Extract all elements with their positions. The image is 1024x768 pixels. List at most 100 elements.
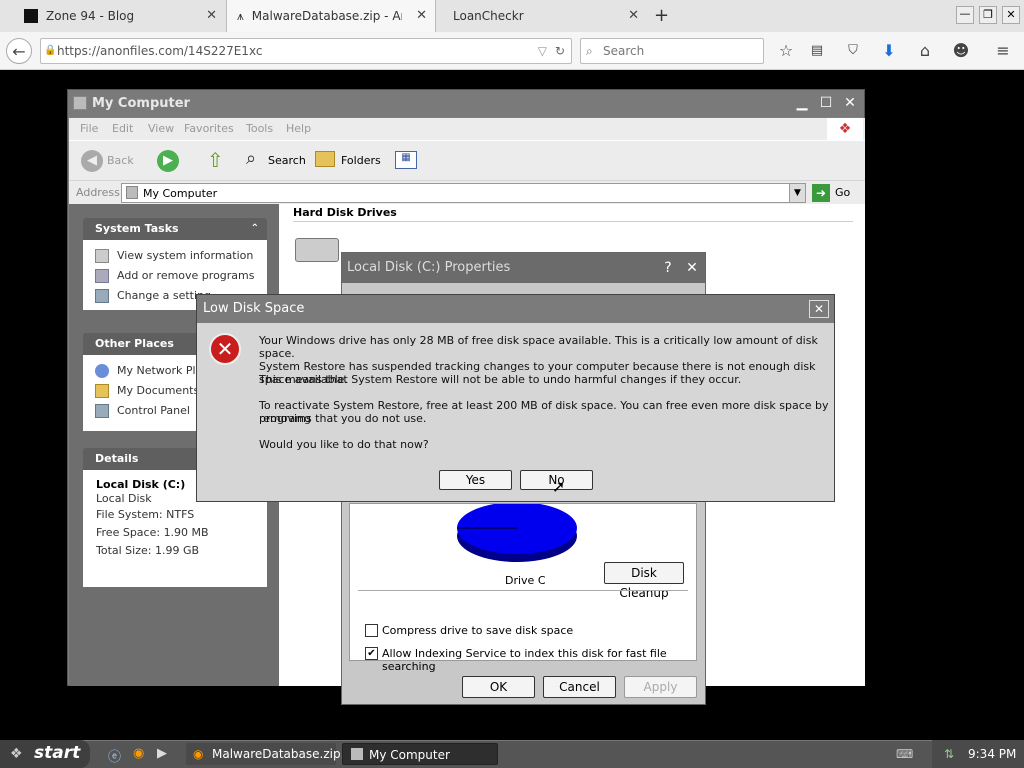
reload-icon[interactable]: ↻ [555,39,565,63]
taskbar-item-firefox[interactable]: ◉ MalwareDatabase.zip... [186,743,352,765]
close-icon[interactable]: ✕ [840,95,860,113]
maximize-icon[interactable]: ☐ [816,95,836,113]
collapse-icon[interactable]: ⌃ [251,218,259,240]
new-tab-icon[interactable]: + [654,5,669,26]
browser-tab-bar: Zone 94 - Blog ✕ ⩚ MalwareDatabase.zip -… [0,0,1024,32]
close-tab-icon[interactable]: ✕ [628,8,639,23]
drive-label: Drive C [505,574,546,587]
hard-drive-icon[interactable] [295,238,339,262]
folders-button[interactable]: Folders [341,154,381,167]
close-icon[interactable]: ✕ [809,300,829,318]
low-disk-titlebar: Low Disk Space ✕ [197,295,834,323]
windows-logo-icon: ❖ [10,746,23,762]
smiley-icon[interactable]: ☻ [948,38,974,64]
task-add-remove-programs[interactable]: Add or remove programs [83,266,267,286]
go-arrow-icon[interactable]: ➜ [812,184,830,202]
chevron-down-icon[interactable]: ▼ [789,184,805,202]
task-label: Add or remove programs [117,269,255,282]
menu-bar: File Edit View Favorites Tools Help ❖ [69,118,865,140]
message-line-3b: programs that you do not use. [259,412,427,425]
tab-label: LoanCheckr [453,9,524,23]
disk-cleanup-button[interactable]: Disk Cleanup [604,562,684,600]
details-total-size: Total Size: 1.99 GB [96,544,200,557]
dropdown-arrow-icon[interactable]: ▽ [538,39,547,63]
taskbar-item-my-computer[interactable]: My Computer [342,743,498,765]
search-icon: ⌕ [586,44,593,58]
panel-title: System Tasks [95,222,179,235]
address-field[interactable]: My Computer ▼ [121,183,806,203]
message-question: Would you like to do that now? [259,438,429,451]
message-line-2b: This means that System Restore will not … [259,373,742,386]
mouse-cursor-icon: ➚ [552,477,566,496]
indexing-label: Allow Indexing Service to index this dis… [382,647,667,673]
apply-button[interactable]: Apply [624,676,697,698]
compress-checkbox[interactable] [365,624,378,637]
taskbar [0,740,1024,768]
tab-label: MalwareDatabase.zip - Anon… [251,9,402,23]
search-button[interactable]: Search [268,154,306,167]
start-button[interactable]: ❖ start [0,740,90,768]
tab-zone94[interactable]: Zone 94 - Blog ✕ [0,0,225,32]
details-free-space: Free Space: 1.90 MB [96,526,209,539]
minimize-icon[interactable]: ▁ [792,95,812,113]
home-icon[interactable]: ⌂ [912,38,938,64]
forward-icon[interactable]: ▶ [157,150,179,172]
section-header: Hard Disk Drives [293,206,853,222]
search-bar[interactable]: ⌕ Search [580,38,764,64]
pie-top [457,504,577,554]
menu-file[interactable]: File [80,118,98,140]
reading-list-icon[interactable]: ▤ [804,38,830,64]
ok-button[interactable]: OK [462,676,535,698]
help-icon[interactable]: ? [658,259,678,277]
url-bar[interactable]: 🔒 https://anonfiles.com/14S227E1xc ▽ ↻ [40,38,572,64]
firefox-quicklaunch-icon[interactable]: ◉ [133,746,144,761]
properties-titlebar: Local Disk (C:) Properties ? ✕ [342,253,705,283]
ie-quicklaunch-icon[interactable]: ⓔ [108,746,121,765]
system-tasks-header[interactable]: System Tasks ⌃ [83,218,267,240]
menu-favorites[interactable]: Favorites [184,118,234,140]
system-info-icon [95,249,109,263]
up-folder-icon[interactable]: ⇧ [207,148,224,172]
taskbar-item-label: My Computer [369,748,450,762]
back-arrow-icon[interactable]: ← [6,38,32,64]
cancel-button[interactable]: Cancel [543,676,616,698]
terminal-icon [24,9,38,23]
folders-icon [315,151,335,167]
media-player-quicklaunch-icon[interactable]: ▶ [157,746,167,761]
keyboard-icon[interactable]: ⌨ [896,747,913,761]
task-view-system-info[interactable]: View system information [83,246,267,266]
download-icon[interactable]: ⬇ [876,38,902,64]
menu-view[interactable]: View [148,118,174,140]
tab-loancheckr[interactable]: LoanCheckr ✕ [437,0,647,32]
close-tab-icon[interactable]: ✕ [206,8,217,23]
views-icon[interactable]: ▦ [395,151,417,169]
back-icon[interactable]: ◀ [81,150,103,172]
tab-malware-database[interactable]: ⩚ MalwareDatabase.zip - Anon… ✕ [226,0,436,32]
minimize-icon[interactable]: — [956,6,974,24]
disk-pie-chart [457,504,577,562]
menu-tools[interactable]: Tools [246,118,273,140]
window-title: My Computer [92,96,190,111]
search-icon: ⌕ [246,148,257,169]
hamburger-menu-icon[interactable]: ≡ [990,38,1016,64]
bookmark-star-icon[interactable]: ☆ [773,38,799,64]
close-tab-icon[interactable]: ✕ [416,8,427,23]
computer-icon [351,748,363,760]
yes-button[interactable]: Yes [439,470,512,490]
indexing-checkbox[interactable]: ✔ [365,647,378,660]
network-tray-icon[interactable]: ⇅ [944,740,954,768]
go-button[interactable]: Go [835,186,850,199]
network-icon [95,364,109,378]
menu-edit[interactable]: Edit [112,118,133,140]
pocket-icon[interactable]: ⛉ [840,38,866,64]
restore-icon[interactable]: ❐ [979,6,997,24]
menu-help[interactable]: Help [286,118,311,140]
search-placeholder: Search [603,44,645,58]
address-label: Address [76,186,120,199]
back-button-label[interactable]: Back [107,154,134,167]
compress-label: Compress drive to save disk space [382,624,574,637]
explorer-toolbar: ◀ Back ▶ ⇧ ⌕ Search Folders ▦ [69,140,865,180]
address-bar: Address My Computer ▼ ➜ Go [69,180,865,204]
close-icon[interactable]: ✕ [682,259,702,277]
close-window-icon[interactable]: ✕ [1002,6,1020,24]
